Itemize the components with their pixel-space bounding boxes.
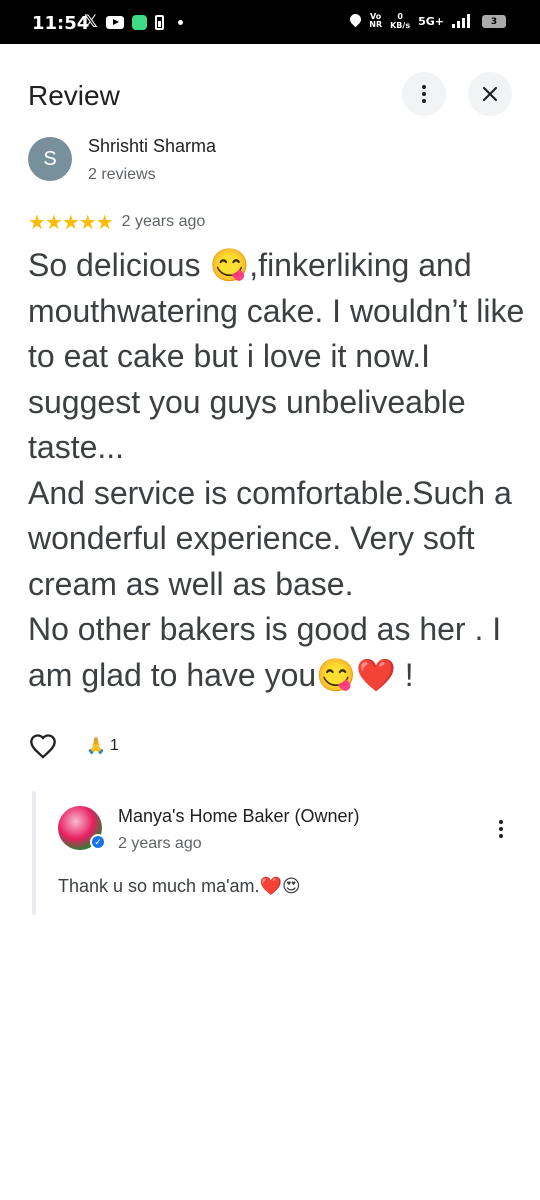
- reaction-chip[interactable]: 🙏 1: [86, 736, 119, 756]
- status-time: 11:54: [32, 13, 90, 34]
- rating-row: ★★★★★ 2 years ago: [28, 212, 205, 232]
- more-notifications-dot-icon: [177, 19, 183, 25]
- network-speed: 0 KB/s: [390, 12, 410, 30]
- speed-unit: KB/s: [390, 21, 411, 30]
- verified-check-icon: ✓: [90, 834, 106, 850]
- review-text: So delicious 😋,finkerliking and mouthwat…: [28, 247, 525, 693]
- owner-reply-text: Thank u so much ma'am.❤️😍: [58, 876, 301, 896]
- reaction-count: 1: [109, 737, 119, 754]
- review-date: 2 years ago: [121, 213, 206, 230]
- battery-icon: 3: [482, 14, 506, 28]
- reviewer-avatar[interactable]: S: [28, 137, 72, 181]
- more-vert-icon: [422, 85, 426, 103]
- x-app-icon: 𝕏: [84, 12, 98, 32]
- heart-outline-icon[interactable]: [29, 733, 57, 759]
- notification-icons: 𝕏: [84, 12, 183, 32]
- folded-hands-icon: 🙏: [86, 738, 106, 755]
- status-bar: 11:54 𝕏 Vo NR 0 KB/s 5G+ 3: [0, 0, 540, 44]
- reviewer-name[interactable]: Shrishti Sharma: [88, 136, 216, 157]
- network-type: 5G+: [418, 14, 444, 28]
- owner-reply-more-button[interactable]: [490, 816, 512, 842]
- app-notification-icon: [131, 14, 147, 30]
- page-title: Review: [28, 80, 120, 111]
- system-icons: Vo NR 0 KB/s 5G+ 3: [350, 12, 506, 30]
- owner-reply-date: 2 years ago: [118, 835, 202, 852]
- star-rating: ★★★★★: [28, 210, 114, 234]
- reviewer-review-count: 2 reviews: [88, 166, 156, 183]
- owner-name[interactable]: Manya's Home Baker (Owner): [118, 806, 360, 827]
- reply-divider: [32, 791, 36, 915]
- volte-icon: Vo NR: [369, 12, 383, 29]
- close-icon: [482, 86, 498, 102]
- youtube-icon: [105, 15, 124, 29]
- close-button[interactable]: [468, 72, 512, 116]
- battery-saver-icon: [154, 14, 164, 30]
- location-icon: [350, 14, 361, 28]
- more-options-button[interactable]: [402, 72, 446, 116]
- signal-icon: [452, 14, 470, 28]
- speed-value: 0: [397, 12, 403, 21]
- more-vert-icon: [499, 820, 503, 838]
